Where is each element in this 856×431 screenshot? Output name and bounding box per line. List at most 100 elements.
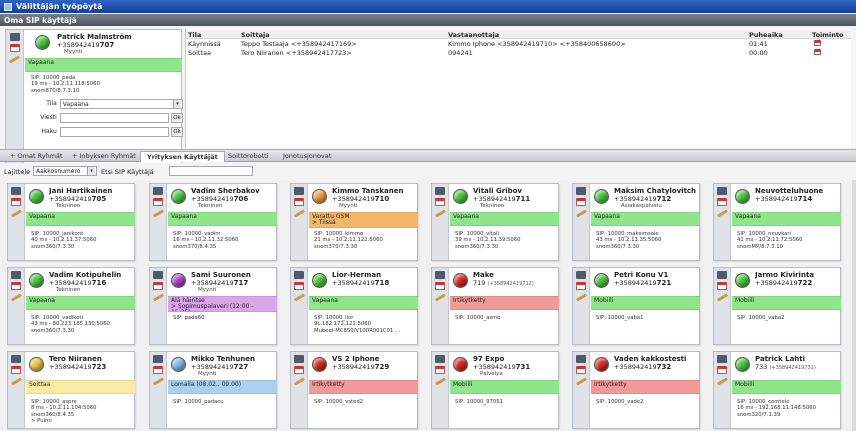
calendar-icon[interactable]: [153, 198, 163, 206]
call-row[interactable]: Käynnissä Teppo Testaaja <+358942417169>…: [186, 39, 851, 48]
edit-icon[interactable]: [293, 209, 305, 218]
edit-icon[interactable]: [434, 209, 446, 218]
edit-icon[interactable]: [293, 377, 305, 386]
tila-select[interactable]: Vapaana ▾: [59, 98, 183, 109]
edit-icon[interactable]: [10, 293, 22, 302]
phone-icon[interactable]: [11, 187, 21, 195]
user-name: Patrick Lahti: [755, 355, 806, 363]
calendar-icon[interactable]: [435, 366, 445, 374]
call-row[interactable]: Soittaa Tero Niiranen <+358942417723> 09…: [186, 48, 851, 57]
app-icon: [4, 2, 12, 11]
calendar-icon[interactable]: [717, 282, 727, 290]
edit-icon[interactable]: [152, 209, 164, 218]
phone-icon[interactable]: [435, 271, 445, 279]
tab-company-groups[interactable]: + Inbyksen Ryhmät: [66, 151, 142, 162]
calendar-icon[interactable]: [294, 282, 304, 290]
search-user-input[interactable]: [169, 166, 253, 176]
edit-icon[interactable]: [575, 293, 587, 302]
status-ball-icon: [453, 273, 468, 288]
phone-icon[interactable]: [576, 271, 586, 279]
tab-queues[interactable]: Jonotusjonovat: [277, 151, 337, 162]
user-card[interactable]: VS 2 Iphone +358942419729 Irtikytketty SIP:…: [290, 351, 418, 429]
calendar-icon[interactable]: [717, 366, 727, 374]
phone-icon[interactable]: [717, 187, 727, 195]
calendar-icon[interactable]: [9, 44, 20, 52]
call-action-icon[interactable]: [814, 49, 821, 55]
user-card[interactable]: Vadim Kotipuhelin +358942419716 Tekninen Va…: [7, 267, 135, 345]
calendar-icon[interactable]: [435, 282, 445, 290]
phone-icon[interactable]: [576, 187, 586, 195]
phone-icon[interactable]: [435, 355, 445, 363]
user-card[interactable]: Tero Niiranen +358942419723 Soittaa SIP: 10…: [7, 351, 135, 429]
edit-icon[interactable]: [8, 55, 21, 64]
calendar-icon[interactable]: [576, 366, 586, 374]
user-card[interactable]: Neuvotteluhuone +358942419714 Vapaana SIP: …: [713, 183, 841, 261]
edit-icon[interactable]: [716, 209, 728, 218]
edit-icon[interactable]: [293, 293, 305, 302]
haku-ok-button[interactable]: Ok: [171, 126, 184, 137]
edit-icon[interactable]: [434, 377, 446, 386]
phone-icon[interactable]: [153, 271, 163, 279]
user-card[interactable]: Patrick Lahti 733 (+358942419731) Mobiili S…: [713, 351, 841, 429]
tab-call-robot[interactable]: Soittorobotti: [222, 151, 275, 162]
tab-own-groups[interactable]: + Omat Ryhmät: [4, 151, 69, 162]
user-card[interactable]: 97 Expo +358942419731 Palvelya Mobiili SIP: …: [431, 351, 559, 429]
tab-company-users[interactable]: Yrityksen Käyttäjät: [140, 151, 225, 162]
haku-input[interactable]: [59, 126, 170, 137]
user-card[interactable]: Vadim Sherbakov +358942419706 Tekninen Vapa…: [149, 183, 277, 261]
user-card[interactable]: Kimmo Tanskanen +358942419710 Myynti Varatt…: [290, 183, 418, 261]
user-dept: Myynti: [339, 203, 358, 209]
viesti-input[interactable]: [59, 112, 170, 123]
user-card[interactable]: Lior-Herman +358942419718 Vapaana SIP: 1000…: [290, 267, 418, 345]
calendar-icon[interactable]: [576, 198, 586, 206]
viesti-ok-button[interactable]: Ok: [171, 112, 184, 123]
edit-icon[interactable]: [10, 209, 22, 218]
edit-icon[interactable]: [152, 293, 164, 302]
edit-icon[interactable]: [575, 377, 587, 386]
calendar-icon[interactable]: [294, 366, 304, 374]
phone-icon[interactable]: [9, 33, 20, 41]
calendar-icon[interactable]: [576, 282, 586, 290]
edit-icon[interactable]: [716, 377, 728, 386]
calendar-icon[interactable]: [435, 198, 445, 206]
call-action-icon[interactable]: [814, 40, 821, 46]
phone-icon[interactable]: [294, 271, 304, 279]
calendar-icon[interactable]: [11, 198, 21, 206]
user-card[interactable]: Mikko Tenhunen +358942419727 Myynti Lomalla…: [149, 351, 277, 429]
phone-icon[interactable]: [11, 355, 21, 363]
phone-icon[interactable]: [717, 271, 727, 279]
phone-icon[interactable]: [153, 355, 163, 363]
calendar-icon[interactable]: [153, 366, 163, 374]
phone-icon[interactable]: [11, 271, 21, 279]
status-ball-icon: [735, 273, 750, 288]
scrollbar[interactable]: [852, 180, 856, 431]
user-sip-info: SIP: 10000_97051: [455, 399, 503, 405]
edit-icon[interactable]: [434, 293, 446, 302]
edit-icon[interactable]: [152, 377, 164, 386]
user-card[interactable]: Maksim Chatylovitch +358942419712 Asiakasp…: [572, 183, 700, 261]
user-card[interactable]: Vaden kakkostesti +358942419732 Irtikytket…: [572, 351, 700, 429]
user-card[interactable]: Make 719 (+358942419712) Irtikytketty SIP: …: [431, 267, 559, 345]
edit-icon[interactable]: [10, 377, 22, 386]
phone-icon[interactable]: [717, 355, 727, 363]
calendar-icon[interactable]: [153, 282, 163, 290]
edit-icon[interactable]: [716, 293, 728, 302]
viesti-row: Viesti Ok: [24, 112, 184, 123]
phone-icon[interactable]: [576, 355, 586, 363]
edit-icon[interactable]: [575, 209, 587, 218]
user-card[interactable]: Jarmo Kivirinta +358942419722 Mobiili SIP: …: [713, 267, 841, 345]
user-card[interactable]: Sami Suuronen +358942419717 Myynti Älä häir…: [149, 267, 277, 345]
sort-select[interactable]: Aakkosnumero ▾: [33, 166, 97, 176]
calendar-icon[interactable]: [294, 198, 304, 206]
phone-icon[interactable]: [435, 187, 445, 195]
user-card[interactable]: Jani Hartikainen +358942419705 Tekninen Vap…: [7, 183, 135, 261]
calendar-icon[interactable]: [11, 366, 21, 374]
user-card[interactable]: Vitali Gribov +358942419711 Tekninen Vapaan…: [431, 183, 559, 261]
phone-icon[interactable]: [294, 355, 304, 363]
user-card[interactable]: Petri Konu V1 +358942419721 Mobiili SIP: 10…: [572, 267, 700, 345]
user-sip-info: SIP: 10000_vaba2: [737, 315, 785, 321]
calendar-icon[interactable]: [717, 198, 727, 206]
phone-icon[interactable]: [294, 187, 304, 195]
phone-icon[interactable]: [153, 187, 163, 195]
calendar-icon[interactable]: [11, 282, 21, 290]
